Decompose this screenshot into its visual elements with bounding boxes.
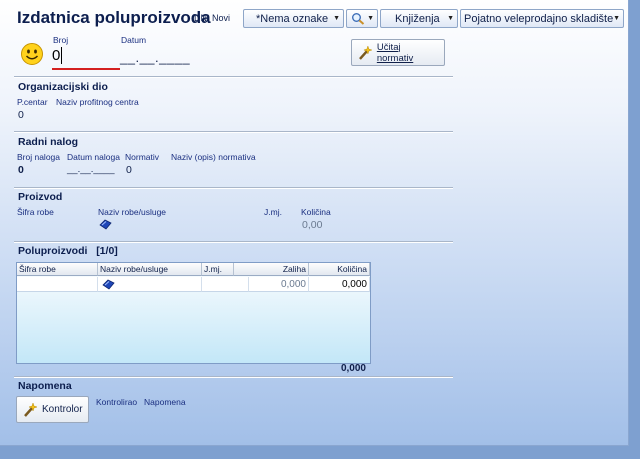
product-section-title: Proizvod [18, 191, 63, 203]
norm-name-label: Naziv (opis) normativa [171, 152, 256, 162]
table-cell-code[interactable] [17, 277, 98, 292]
divider [14, 76, 453, 78]
column-header[interactable]: J.mj. [202, 263, 234, 276]
postings-dropdown-label: Knjiženja [395, 12, 440, 25]
date-label: Datum [121, 35, 147, 45]
page-title: Izdatnica poluproizvoda [17, 8, 211, 27]
divider [14, 241, 453, 243]
item-code-label: Šifra robe [17, 207, 54, 217]
divider [14, 187, 453, 189]
semi-products-grid[interactable]: Šifra robe Naziv robe/usluge J.mj. Zalih… [16, 262, 371, 364]
magnifier-icon [352, 13, 365, 25]
table-cell-name[interactable] [98, 277, 202, 292]
number-input[interactable]: 0 [52, 47, 120, 70]
order-date-label: Datum naloga [67, 152, 120, 162]
label-dropdown-value: *Nema oznake [256, 12, 329, 25]
semi-products-total: 0,000 [340, 363, 366, 374]
date-input[interactable]: __.__.____ [120, 50, 190, 65]
order-date-value[interactable]: __.__.____ [67, 164, 115, 175]
norm-label: Normativ [125, 152, 160, 162]
number-value: 0 [52, 47, 61, 64]
label-dropdown[interactable]: *Nema oznake ▼ [243, 9, 344, 28]
document-window: Izdatnica poluproizvoda DN: Novi *Nema o… [0, 0, 629, 446]
unit-label: J.mj. [264, 207, 282, 217]
order-number-value[interactable]: 0 [18, 164, 24, 176]
magic-wand-icon [24, 401, 38, 417]
work-order-section-title: Radni nalog [18, 136, 79, 148]
quantity-value[interactable]: 0,00 [302, 219, 322, 231]
note-label: Napomena [144, 397, 186, 407]
divider [14, 376, 453, 378]
load-norm-label: Učitaj normativ [376, 41, 414, 64]
document-status-tag: DN: Novi [194, 13, 231, 23]
book-icon[interactable] [99, 219, 112, 230]
column-header[interactable]: Količina [309, 263, 370, 276]
book-icon[interactable] [102, 279, 115, 290]
column-header[interactable]: Naziv robe/usluge [98, 263, 202, 276]
norm-value[interactable]: 0 [126, 164, 132, 176]
org-section-title: Organizacijski dio [18, 81, 108, 93]
chevron-down-icon: ▼ [367, 15, 374, 22]
semi-products-counter: [1/0] [96, 245, 118, 257]
warehouse-dropdown[interactable]: Pojatno veleprodajno skladište ▼ [460, 9, 624, 28]
order-number-label: Broj naloga [17, 152, 61, 162]
table-cell-quantity[interactable]: 0,000 [309, 277, 370, 292]
search-dropdown[interactable]: ▼ [346, 9, 378, 28]
profit-center-value[interactable]: 0 [18, 109, 24, 121]
load-norm-button[interactable]: Učitaj normativ [351, 39, 445, 66]
chevron-down-icon: ▼ [447, 15, 454, 22]
item-name-label: Naziv robe/usluge [98, 207, 167, 217]
table-cell-unit[interactable] [202, 277, 249, 292]
chevron-down-icon: ▼ [613, 15, 620, 22]
semi-products-title: Poluproizvodi [18, 245, 88, 257]
semi-products-section-title: Poluproizvodi [1/0] [18, 245, 118, 257]
divider [14, 131, 453, 133]
postings-dropdown[interactable]: Knjiženja ▼ [380, 9, 458, 28]
profit-center-label: P.centar [17, 97, 48, 107]
number-label: Broj [53, 35, 69, 45]
column-header[interactable]: Šifra robe [17, 263, 98, 276]
smiley-icon [21, 43, 43, 65]
controller-button-label: Kontrolor [42, 404, 83, 415]
note-section-title: Napomena [18, 380, 72, 392]
controller-button[interactable]: Kontrolor [16, 396, 89, 423]
warehouse-dropdown-value: Pojatno veleprodajno skladište [464, 12, 614, 25]
chevron-down-icon: ▼ [333, 15, 340, 22]
table-cell-stock[interactable]: 0,000 [249, 277, 309, 292]
checked-by-label: Kontrolirao [96, 397, 138, 407]
column-header[interactable]: Zaliha [249, 263, 309, 276]
quantity-label: Količina [301, 207, 331, 217]
profit-center-name-label: Naziv profitnog centra [56, 97, 139, 107]
magic-wand-icon [359, 44, 373, 60]
